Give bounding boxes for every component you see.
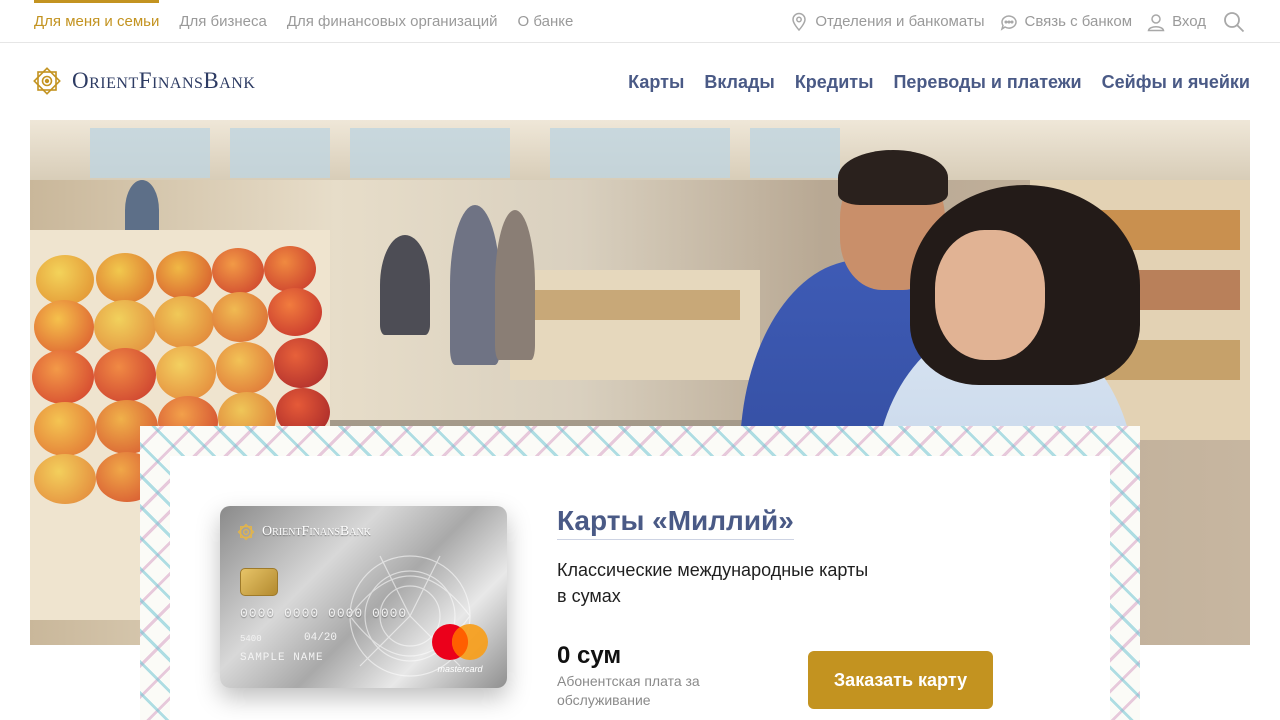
segment-business[interactable]: Для бизнеса <box>179 0 267 43</box>
fruit <box>94 348 156 402</box>
fruit <box>36 255 94 305</box>
nav-transfers-payments[interactable]: Переводы и платежи <box>893 72 1081 93</box>
card-small-code: 5400 <box>240 634 262 644</box>
hero-window <box>550 128 730 178</box>
branches-link[interactable]: Отделения и банкоматы <box>789 12 985 32</box>
hero-window <box>230 128 330 178</box>
fruit <box>34 454 96 504</box>
fruit <box>156 251 212 299</box>
fruit <box>274 338 328 388</box>
segment-personal[interactable]: Для меня и семьи <box>34 0 160 43</box>
shopper-silhouette <box>495 210 535 360</box>
nav-cards[interactable]: Карты <box>628 72 684 93</box>
bank-card-image: OrientFinansBank 0000 0000 0000 0000 540… <box>220 506 507 688</box>
search-button[interactable] <box>1222 10 1246 34</box>
order-card-button[interactable]: Заказать карту <box>808 651 993 709</box>
segment-about-bank[interactable]: О банке <box>518 0 574 43</box>
main-nav: Карты Вклады Кредиты Переводы и платежи … <box>628 44 1250 120</box>
contact-bank-link[interactable]: Связь с банком <box>999 12 1133 32</box>
top-utility-bar: Для меня и семьи Для бизнеса Для финансо… <box>0 0 1280 43</box>
fruit <box>94 300 156 354</box>
search-icon <box>1224 11 1245 32</box>
card-emblem-icon <box>237 523 255 541</box>
chat-bubble-icon <box>1000 14 1017 31</box>
man-hair <box>838 150 948 205</box>
branches-label: Отделения и банкоматы <box>815 13 985 30</box>
fruit <box>34 300 94 354</box>
nav-deposits[interactable]: Вклады <box>704 72 774 93</box>
fruit <box>154 296 214 348</box>
fruit <box>34 402 96 456</box>
segment-nav: Для меня и семьи Для бизнеса Для финансо… <box>34 0 573 43</box>
mastercard-text: mastercard <box>437 664 483 674</box>
bank-logo-text: OrientFinansBank <box>72 68 256 93</box>
card-number: 0000 0000 0000 0000 <box>240 606 408 621</box>
product-description-line: Классические международные карты <box>557 560 869 580</box>
fruit <box>264 246 316 292</box>
woman-face <box>935 230 1045 360</box>
location-pin-icon <box>792 12 807 31</box>
contact-label: Связь с банком <box>1024 13 1133 30</box>
fruit <box>216 342 274 394</box>
segment-financial-orgs[interactable]: Для финансовых организаций <box>287 0 498 43</box>
hero-window <box>750 128 840 178</box>
card-brand-text: OrientFinansBank <box>262 524 371 539</box>
market-goods <box>530 290 740 320</box>
fruit <box>212 248 264 294</box>
fruit <box>156 346 216 400</box>
mastercard-logo: mastercard <box>427 622 493 674</box>
user-icon <box>1147 13 1165 31</box>
login-link[interactable]: Вход <box>1146 12 1206 32</box>
hero-window <box>90 128 210 178</box>
shopper-silhouette <box>380 235 430 335</box>
market-stall <box>510 270 760 380</box>
mastercard-circles-icon <box>432 624 488 660</box>
main-header: OrientFinansBank Карты Вклады Кредиты Пе… <box>0 44 1280 120</box>
fruit <box>268 288 322 336</box>
utility-nav: Отделения и банкоматы Связь с банком Вхо… <box>789 0 1246 43</box>
fruit <box>32 350 94 404</box>
login-label: Вход <box>1172 13 1206 30</box>
product-title[interactable]: Карты «Миллий» <box>557 505 794 540</box>
fruit <box>96 253 154 303</box>
nav-safes[interactable]: Сейфы и ячейки <box>1102 72 1250 93</box>
product-description: Классические международные карты в сумах <box>557 557 937 609</box>
fruit <box>212 292 268 342</box>
shopper-silhouette <box>450 205 500 365</box>
bank-logo[interactable]: OrientFinansBank <box>30 64 255 98</box>
bank-emblem-icon <box>33 67 61 95</box>
price-note: Абонентская плата за обслуживание <box>557 673 700 708</box>
card-chip-icon <box>240 568 278 596</box>
card-brand: OrientFinansBank <box>236 522 371 542</box>
hero-window <box>350 128 510 178</box>
nav-credits[interactable]: Кредиты <box>795 72 874 93</box>
product-description-line: в сумах <box>557 586 621 606</box>
card-holder-name: SAMPLE NAME <box>240 652 324 664</box>
card-expiry: 04/20 <box>304 632 338 644</box>
product-price: 0 сум <box>557 642 622 669</box>
